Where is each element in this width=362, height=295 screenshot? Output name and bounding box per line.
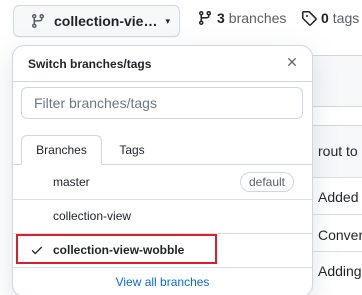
check-icon: [31, 246, 43, 255]
branches-link[interactable]: 3 branches: [197, 10, 286, 26]
caret-down-icon: ▾: [165, 15, 170, 26]
branch-item-master[interactable]: master default: [13, 165, 312, 199]
commit-message[interactable]: Added: [318, 189, 358, 205]
tags-label: tags: [332, 10, 360, 26]
tab-tags[interactable]: Tags: [103, 135, 161, 165]
branch-switch-popover: Switch branches/tags Branches Tags maste…: [12, 45, 313, 295]
git-branch-icon: [198, 11, 211, 26]
branch-selector-button[interactable]: collection-vie… ▾: [13, 5, 180, 37]
row-divider: [13, 267, 312, 268]
branch-tag-tabs: Branches Tags: [13, 135, 312, 165]
default-badge: default: [239, 172, 294, 192]
branch-item-collection-view[interactable]: collection-view: [13, 199, 312, 233]
git-branch-icon: [31, 14, 44, 29]
view-all-branches-link[interactable]: View all branches: [13, 272, 312, 292]
branches-count: 3: [217, 10, 225, 26]
commit-message[interactable]: Adding: [318, 263, 362, 279]
close-icon: [288, 58, 296, 66]
tab-branches[interactable]: Branches: [21, 135, 102, 165]
popover-title: Switch branches/tags: [28, 56, 152, 71]
commit-message[interactable]: Conver: [318, 227, 362, 243]
branch-item-collection-view-wobble[interactable]: collection-view-wobble: [13, 233, 312, 267]
tags-link[interactable]: 0 tags: [301, 10, 359, 26]
header-divider: [13, 81, 312, 82]
branch-name: collection-view-wobble: [53, 243, 185, 257]
branches-label: branches: [228, 10, 287, 26]
tags-count: 0: [321, 10, 329, 26]
close-button[interactable]: [283, 53, 301, 71]
popover-header: Switch branches/tags: [13, 46, 312, 81]
branch-selector-label: collection-vie…: [54, 13, 158, 29]
tag-icon: [302, 11, 317, 26]
commit-header-text: rout to C: [318, 143, 362, 159]
branch-name: master: [53, 175, 90, 189]
branch-name: collection-view: [53, 209, 132, 223]
filter-branches-input[interactable]: [21, 87, 303, 119]
